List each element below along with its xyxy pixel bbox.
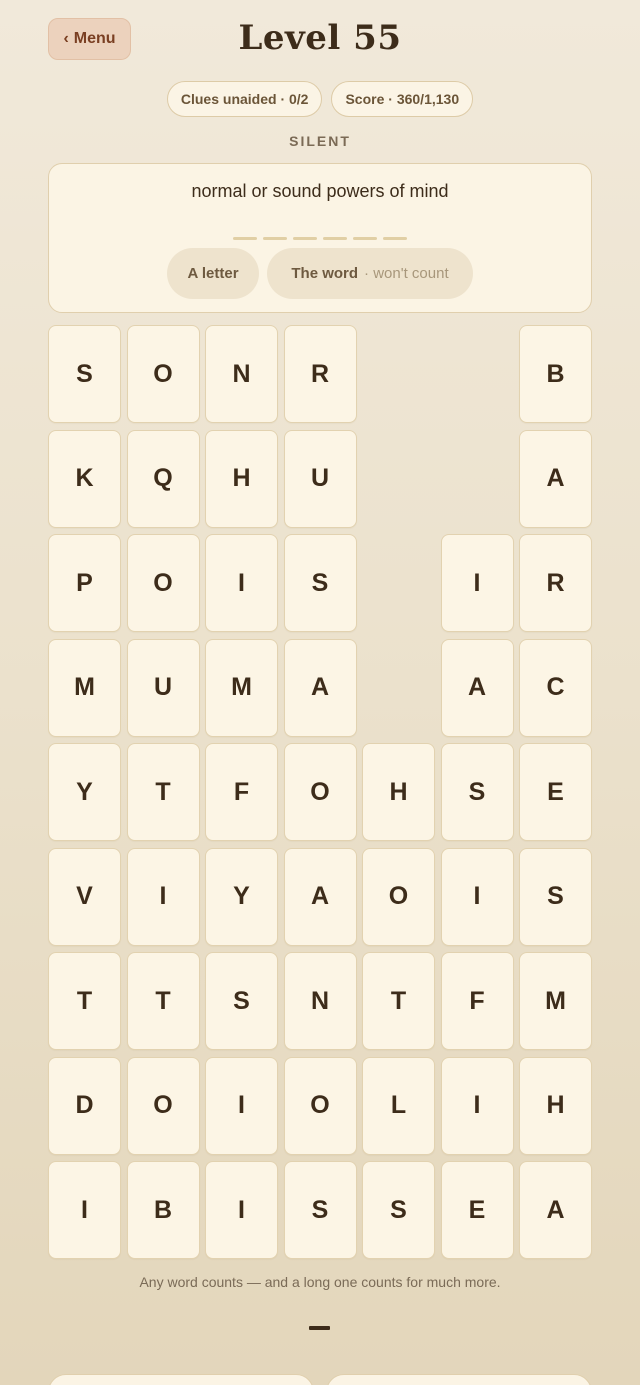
letter-tile[interactable]: M (519, 952, 592, 1050)
letter-tile[interactable]: M (48, 638, 121, 737)
letter-tile[interactable]: A (440, 638, 514, 737)
letter-tile[interactable]: I (126, 847, 200, 946)
letter-tile[interactable]: L (362, 1056, 435, 1155)
hint-row: A letter The word · won't count (49, 248, 591, 299)
letter-tile[interactable]: I (48, 1161, 121, 1259)
clue-text: normal or sound powers of mind (191, 181, 449, 201)
letter-tile[interactable]: I (440, 534, 514, 632)
letter-tile[interactable]: K (48, 429, 121, 528)
letter-tile[interactable]: B (126, 1161, 200, 1259)
current-word-placeholder (309, 1326, 330, 1330)
bottom-right-button[interactable] (326, 1374, 592, 1385)
hint-word-button[interactable]: The word · won't count (267, 248, 473, 299)
stats-bar: Clues unaided · 0/2 Score · 360/1,130 (0, 81, 640, 117)
letter-tile[interactable]: B (519, 325, 592, 423)
letter-tile[interactable]: Y (205, 847, 278, 946)
letter-tile[interactable]: I (205, 534, 278, 632)
letter-tile[interactable]: O (362, 847, 435, 946)
letter-tile[interactable]: A (283, 847, 357, 946)
letter-tile[interactable]: T (48, 952, 121, 1050)
letter-tile[interactable]: O (283, 743, 357, 841)
letter-tile[interactable]: A (283, 638, 357, 737)
category-label: SILENT (289, 133, 351, 149)
letter-tile[interactable]: S (205, 952, 278, 1050)
answer-blank (233, 237, 257, 240)
hint-word-note: · won't count (364, 265, 449, 282)
letter-tile[interactable]: D (48, 1056, 121, 1155)
letter-tile[interactable]: T (126, 952, 200, 1050)
letter-tile[interactable]: S (48, 325, 121, 423)
letter-tile[interactable]: V (48, 847, 121, 946)
letter-tile[interactable]: A (519, 1161, 592, 1259)
hint-letter-label: A letter (187, 265, 239, 282)
hint-letter-button[interactable]: A letter (167, 248, 259, 299)
answer-blank (263, 237, 287, 240)
letter-tile[interactable]: Y (48, 743, 121, 841)
letter-tile[interactable]: I (440, 1056, 514, 1155)
letter-tile[interactable]: E (440, 1161, 514, 1259)
letter-tile[interactable]: N (205, 325, 278, 423)
answer-blank (383, 237, 407, 240)
letter-tile[interactable]: S (440, 743, 514, 841)
letter-tile[interactable]: E (519, 743, 592, 841)
letter-tile[interactable]: F (440, 952, 514, 1050)
letter-tile[interactable]: H (362, 743, 435, 841)
hint-word-label: The word (291, 265, 359, 282)
letter-tile[interactable]: U (283, 429, 357, 528)
letter-tile[interactable]: T (362, 952, 435, 1050)
footer-note: Any word counts — and a long one counts … (139, 1274, 501, 1290)
letter-tile[interactable]: T (126, 743, 200, 841)
answer-blank (293, 237, 317, 240)
letter-tile[interactable]: I (205, 1161, 278, 1259)
letter-tile[interactable]: S (283, 534, 357, 632)
letter-grid: SKPMYVTDIOQOUTITOBNHIMFYSIIRUSAOANOSHOTL… (48, 325, 592, 1259)
letter-tile[interactable]: H (519, 1056, 592, 1155)
letter-tile[interactable]: M (205, 638, 278, 737)
letter-tile[interactable]: R (519, 534, 592, 632)
letter-tile[interactable]: A (519, 429, 592, 528)
letter-tile[interactable]: I (440, 847, 514, 946)
letter-tile[interactable]: F (205, 743, 278, 841)
answer-blank (323, 237, 347, 240)
letter-tile[interactable]: R (283, 325, 357, 423)
score-badge: Score · 360/1,130 (331, 81, 474, 117)
letter-tile[interactable]: C (519, 638, 592, 737)
bottom-left-button[interactable] (48, 1374, 314, 1385)
clues-unaided-badge: Clues unaided · 0/2 (166, 81, 323, 117)
letter-tile[interactable]: N (283, 952, 357, 1050)
letter-tile[interactable]: S (283, 1161, 357, 1259)
letter-tile[interactable]: O (126, 325, 200, 423)
letter-tile[interactable]: H (205, 429, 278, 528)
letter-tile[interactable]: Q (126, 429, 200, 528)
page-title: Level 55 (238, 18, 402, 58)
clue-card: normal or sound powers of mind A letter … (48, 163, 592, 313)
letter-tile[interactable]: U (126, 638, 200, 737)
letter-tile[interactable]: O (126, 1056, 200, 1155)
letter-tile[interactable]: O (126, 534, 200, 632)
letter-tile[interactable]: S (519, 847, 592, 946)
letter-tile[interactable]: O (283, 1056, 357, 1155)
letter-tile[interactable]: I (205, 1056, 278, 1155)
letter-tile[interactable]: P (48, 534, 121, 632)
answer-blanks (49, 237, 591, 240)
letter-tile[interactable]: S (362, 1161, 435, 1259)
answer-blank (353, 237, 377, 240)
